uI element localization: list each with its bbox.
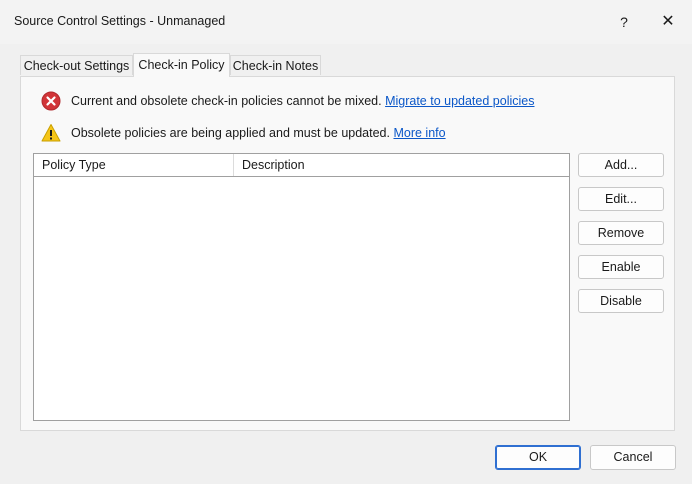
tab-check-in-notes[interactable]: Check-in Notes bbox=[230, 55, 321, 75]
dialog-window: Source Control Settings - Unmanaged ? ✕ … bbox=[0, 0, 692, 484]
error-message-text: Current and obsolete check-in policies c… bbox=[71, 94, 382, 108]
column-header-description[interactable]: Description bbox=[234, 154, 569, 176]
warning-icon bbox=[41, 123, 61, 143]
enable-button[interactable]: Enable bbox=[578, 255, 664, 279]
ok-button[interactable]: OK bbox=[495, 445, 581, 470]
more-info-link[interactable]: More info bbox=[393, 126, 445, 140]
warning-message-text: Obsolete policies are being applied and … bbox=[71, 126, 390, 140]
add-button[interactable]: Add... bbox=[578, 153, 664, 177]
title-bar: Source Control Settings - Unmanaged ? ✕ bbox=[0, 0, 692, 44]
policy-list-header: Policy Type Description bbox=[34, 154, 569, 177]
migrate-policies-link[interactable]: Migrate to updated policies bbox=[385, 94, 534, 108]
tab-panel-check-in-policy: Current and obsolete check-in policies c… bbox=[20, 76, 675, 431]
edit-button[interactable]: Edit... bbox=[578, 187, 664, 211]
disable-button[interactable]: Disable bbox=[578, 289, 664, 313]
error-icon bbox=[41, 91, 61, 111]
tab-check-in-policy[interactable]: Check-in Policy bbox=[133, 53, 230, 77]
help-button[interactable]: ? bbox=[604, 6, 644, 38]
remove-button[interactable]: Remove bbox=[578, 221, 664, 245]
column-header-policy-type[interactable]: Policy Type bbox=[34, 154, 234, 176]
policy-list[interactable]: Policy Type Description bbox=[33, 153, 570, 421]
close-button[interactable]: ✕ bbox=[648, 6, 688, 38]
window-title: Source Control Settings - Unmanaged bbox=[14, 14, 226, 28]
cancel-button[interactable]: Cancel bbox=[590, 445, 676, 470]
tab-check-out-settings[interactable]: Check-out Settings bbox=[20, 55, 133, 75]
